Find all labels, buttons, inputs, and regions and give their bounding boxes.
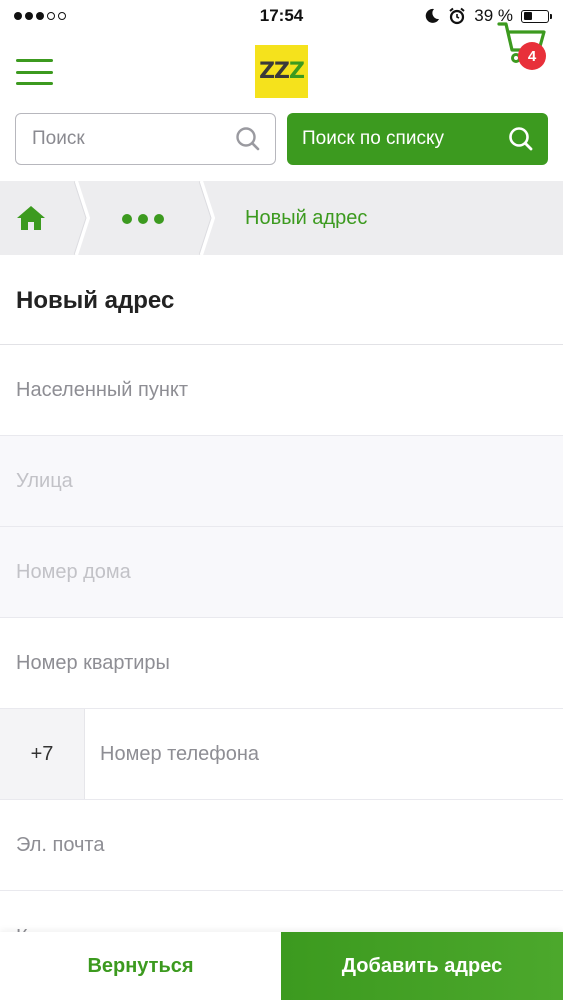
cart-count-badge: 4 <box>518 42 546 70</box>
logo[interactable]: ZZZ <box>255 45 308 98</box>
apartment-number-field[interactable] <box>0 618 563 708</box>
home-icon[interactable] <box>16 205 46 231</box>
search-by-list-button[interactable]: Поиск по списку <box>287 113 548 165</box>
menu-icon[interactable] <box>16 59 53 85</box>
email-row <box>0 800 563 891</box>
page-title: Новый адрес <box>16 287 175 314</box>
locality-field[interactable] <box>0 345 563 435</box>
status-bar: 17:54 39 % <box>0 0 563 32</box>
search-input[interactable] <box>32 128 235 150</box>
header: ZZZ <box>0 32 563 110</box>
street-field[interactable] <box>0 436 563 526</box>
house-number-field[interactable] <box>0 527 563 617</box>
moon-icon <box>425 8 440 23</box>
breadcrumb-separator <box>199 181 215 255</box>
breadcrumb-separator <box>74 181 90 255</box>
phone-row: +7 <box>0 709 563 800</box>
apartment-row <box>0 618 563 709</box>
signal-strength-icon <box>14 12 66 20</box>
locality-row <box>0 345 563 436</box>
alarm-icon <box>449 7 465 25</box>
street-row <box>0 436 563 527</box>
search-icon[interactable] <box>235 126 261 152</box>
search-icon <box>509 127 533 151</box>
add-address-button[interactable]: Добавить адрес <box>281 932 563 1000</box>
house-row <box>0 527 563 618</box>
search-box[interactable] <box>15 113 276 165</box>
search-by-list-label: Поиск по списку <box>302 128 444 149</box>
back-button[interactable]: Вернуться <box>0 932 281 1000</box>
breadcrumb-current: Новый адрес <box>245 207 368 229</box>
breadcrumb: Новый адрес <box>0 181 563 255</box>
email-field[interactable] <box>0 800 563 890</box>
breadcrumb-more-icon[interactable] <box>122 214 164 224</box>
bottom-action-bar: Вернуться Добавить адрес <box>0 932 563 1000</box>
phone-prefix: +7 <box>0 709 85 799</box>
phone-field[interactable] <box>85 709 563 799</box>
